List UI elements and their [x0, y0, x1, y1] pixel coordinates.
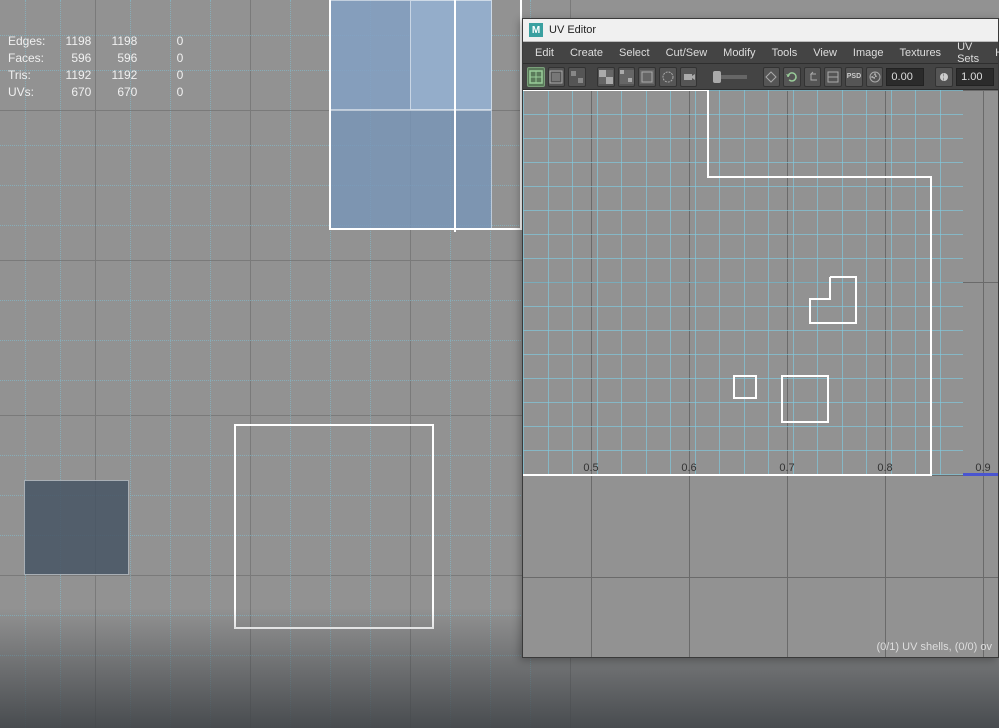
checker-2-icon[interactable]	[618, 67, 636, 87]
uv-axis-tick: 0.7	[779, 462, 794, 474]
checker-1-icon[interactable]	[597, 67, 615, 87]
uv-axis-highlight	[963, 473, 998, 476]
dim-slider[interactable]	[713, 75, 748, 79]
uv-shell-square-small	[733, 375, 757, 399]
menu-select[interactable]: Select	[611, 44, 658, 62]
uv-editor-window[interactable]: M UV Editor EditCreateSelectCut/SewModif…	[522, 18, 999, 658]
uv-axis-tick: 0.5	[583, 462, 598, 474]
grid-mode-1-icon[interactable]	[527, 67, 545, 87]
menu-view[interactable]: View	[805, 44, 845, 62]
isolate-icon[interactable]	[763, 67, 781, 87]
undo-icon[interactable]	[804, 67, 822, 87]
uv-canvas[interactable]: 0.5 0.6 0.7 0.8 0.9 (0/1) UV shells, (0/…	[523, 90, 998, 657]
uv-axis-tick: 0.6	[681, 462, 696, 474]
camera-icon[interactable]	[680, 67, 698, 87]
frame-icon[interactable]	[824, 67, 842, 87]
uv-axis-tick: 0.8	[877, 462, 892, 474]
refresh-icon[interactable]	[783, 67, 801, 87]
menu-help[interactable]: Help	[987, 44, 999, 62]
uv-editor-title: UV Editor	[549, 24, 596, 36]
menu-tools[interactable]: Tools	[764, 44, 806, 62]
menu-cut-sew[interactable]: Cut/Sew	[658, 44, 716, 62]
checker-3-icon[interactable]	[638, 67, 656, 87]
menu-uv-sets[interactable]: UV Sets	[949, 38, 987, 68]
menu-modify[interactable]: Modify	[715, 44, 763, 62]
hud-row: Tris:119211920	[8, 68, 193, 83]
uv-shell-square-big	[781, 375, 829, 423]
psd-icon[interactable]: PSD	[845, 67, 863, 87]
uv-status-text: (0/1) UV shells, (0/0) ov	[876, 641, 992, 653]
uv-editor-menubar[interactable]: EditCreateSelectCut/SewModifyToolsViewIm…	[523, 42, 998, 64]
uv-shell-outline	[523, 90, 998, 650]
grid-mode-3-icon[interactable]	[568, 67, 586, 87]
exposure-value-field[interactable]: 1.00	[956, 68, 994, 86]
maya-logo-icon: M	[529, 23, 543, 37]
aperture-icon[interactable]	[866, 67, 884, 87]
polycount-hud: Edges:119811980 Faces:5965960 Tris:1192119…	[0, 0, 201, 120]
menu-image[interactable]: Image	[845, 44, 892, 62]
exposure-icon[interactable]	[935, 67, 953, 87]
hud-row: UVs:6706700	[8, 85, 193, 100]
menu-create[interactable]: Create	[562, 44, 611, 62]
dim-value-field[interactable]: 0.00	[886, 68, 924, 86]
menu-edit[interactable]: Edit	[527, 44, 562, 62]
menu-textures[interactable]: Textures	[891, 44, 949, 62]
hud-row: Edges:119811980	[8, 34, 193, 49]
uv-editor-titlebar[interactable]: M UV Editor	[523, 19, 998, 42]
uv-editor-toolbar[interactable]: PSD 0.00 1.00	[523, 64, 998, 90]
shaded-toggle-icon[interactable]	[659, 67, 677, 87]
grid-mode-2-icon[interactable]	[548, 67, 566, 87]
uv-shell-small-l	[808, 275, 868, 330]
hud-row: Faces:5965960	[8, 51, 193, 66]
